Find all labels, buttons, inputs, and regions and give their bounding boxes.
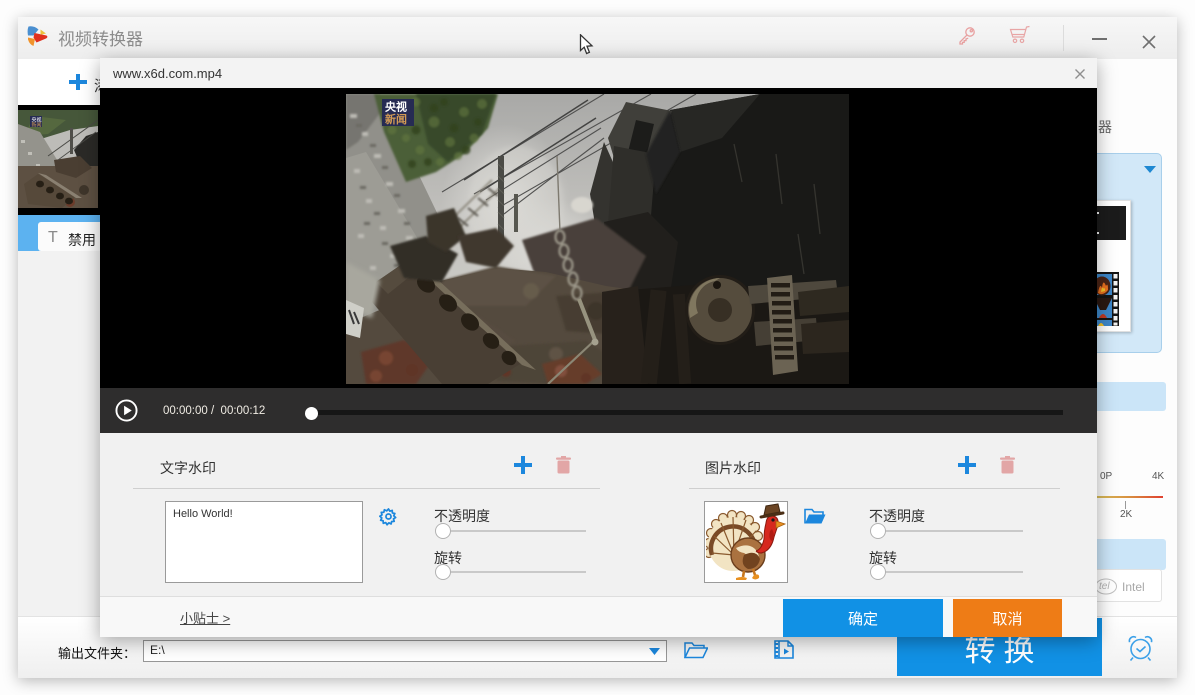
svg-text:新闻: 新闻 <box>385 112 407 126</box>
svg-text:新闻: 新闻 <box>32 122 42 129</box>
svg-text:央视: 央视 <box>385 100 407 114</box>
